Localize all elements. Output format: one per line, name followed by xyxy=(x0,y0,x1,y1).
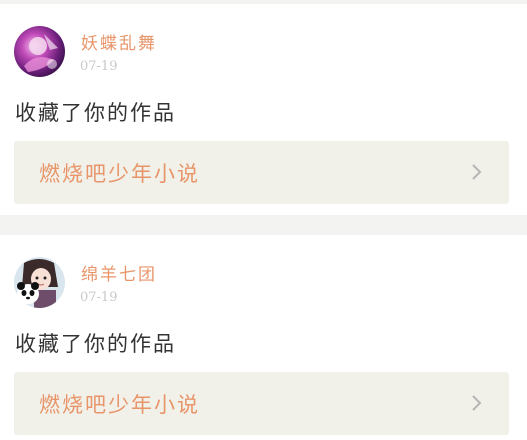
timestamp: 07-19 xyxy=(80,290,118,305)
user-avatar[interactable] xyxy=(14,257,65,308)
activity-card: 绵羊七团 07-19 收藏了你的作品 燃烧吧少年小说 xyxy=(0,235,527,440)
chevron-right-icon xyxy=(472,164,482,180)
chevron-right-icon xyxy=(472,395,482,411)
username[interactable]: 妖蝶乱舞 xyxy=(81,29,157,54)
activity-card: 妖蝶乱舞 07-19 收藏了你的作品 燃烧吧少年小说 xyxy=(0,4,527,215)
avatar-anime-girl-with-panda-icon xyxy=(14,257,65,308)
activity-feed: 妖蝶乱舞 07-19 收藏了你的作品 燃烧吧少年小说 绵羊七团 07-19 收藏… xyxy=(0,0,527,440)
avatar-anime-purple-icon xyxy=(14,26,65,77)
activity-text: 收藏了你的作品 xyxy=(15,101,176,125)
activity-text: 收藏了你的作品 xyxy=(15,332,176,356)
timestamp: 07-19 xyxy=(80,59,118,74)
user-avatar[interactable] xyxy=(14,26,65,77)
work-title: 燃烧吧少年小说 xyxy=(39,162,200,186)
work-link[interactable]: 燃烧吧少年小说 xyxy=(14,372,509,435)
work-link[interactable]: 燃烧吧少年小说 xyxy=(14,141,509,204)
work-title: 燃烧吧少年小说 xyxy=(39,393,200,417)
username[interactable]: 绵羊七团 xyxy=(81,260,157,285)
